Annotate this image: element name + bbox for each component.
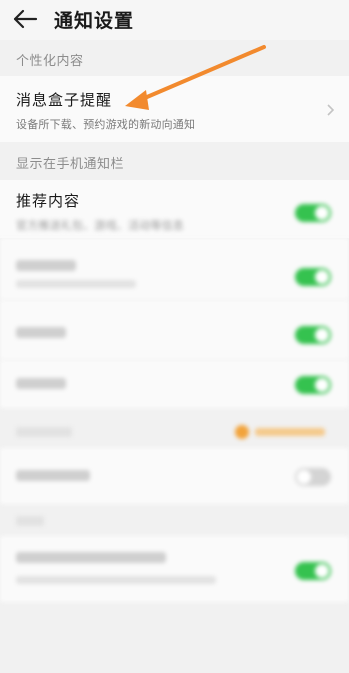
blurred-subtitle <box>16 280 136 288</box>
recommend-title: 推荐内容 <box>16 192 81 210</box>
blurred-section-label <box>16 516 44 526</box>
blurred-setting-row <box>0 300 349 360</box>
blurred-setting-row <box>0 448 349 504</box>
message-box-setting[interactable]: 消息盒子提醒 设备所下载、预约游戏的新动向通知 <box>0 76 349 142</box>
chevron-right-icon <box>327 104 335 116</box>
recommend-subtitle: 官方推送礼包、游戏、活动等信息 <box>16 219 184 232</box>
message-box-title: 消息盒子提醒 <box>16 91 113 109</box>
setting-toggle[interactable] <box>295 326 331 344</box>
section-header-personal: 个性化内容 <box>16 54 84 69</box>
setting-toggle[interactable] <box>295 268 331 286</box>
section-header-status-bar: 显示在手机通知栏 <box>16 157 125 172</box>
blurred-section-label <box>16 427 72 437</box>
setting-toggle[interactable] <box>295 468 331 486</box>
message-box-subtitle: 设备所下载、预约游戏的新动向通知 <box>16 118 196 131</box>
page-title: 通知设置 <box>54 10 135 32</box>
blurred-title <box>16 552 166 563</box>
recommend-content-setting: 推荐内容 官方推送礼包、游戏、活动等信息 <box>0 180 349 238</box>
blurred-setting-row <box>0 536 349 602</box>
blurred-title <box>16 470 90 481</box>
status-badge <box>235 425 327 439</box>
setting-toggle[interactable] <box>295 376 331 394</box>
blurred-setting-row <box>0 238 349 300</box>
blurred-title <box>16 378 66 389</box>
top-bar: 通知设置 <box>0 0 349 40</box>
blurred-title <box>16 327 66 338</box>
badge-label <box>255 428 325 436</box>
recommend-toggle[interactable] <box>295 204 331 222</box>
blurred-setting-row <box>0 360 349 408</box>
blurred-title <box>16 260 76 271</box>
blurred-subtitle <box>16 576 216 584</box>
badge-dot <box>235 425 249 439</box>
setting-toggle[interactable] <box>295 562 331 580</box>
arrow-left-icon[interactable] <box>12 9 38 29</box>
